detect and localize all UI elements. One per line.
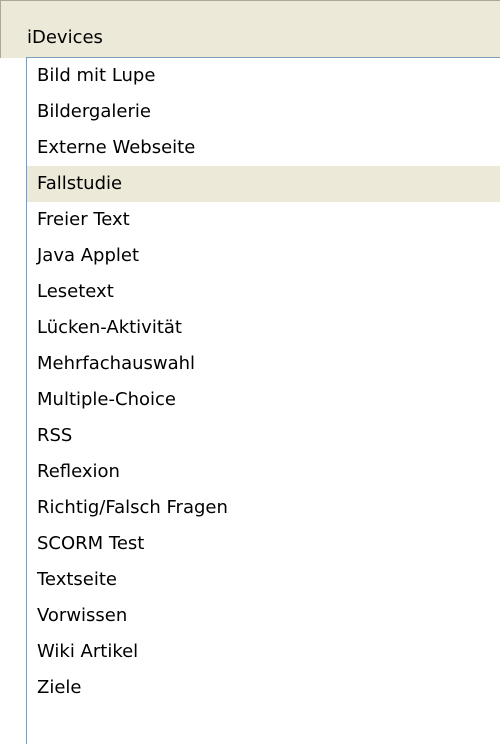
list-item-label: Multiple-Choice — [37, 389, 176, 410]
list-item[interactable]: Vorwissen — [27, 598, 500, 634]
list-item[interactable]: Bild mit Lupe — [27, 58, 500, 94]
list-item[interactable]: Ziele — [27, 670, 500, 706]
list-item[interactable]: Lesetext — [27, 274, 500, 310]
list-item[interactable]: Richtig/Falsch Fragen — [27, 490, 500, 526]
list-item-label: Textseite — [37, 569, 117, 590]
list-item-label: Ziele — [37, 677, 82, 698]
list-item[interactable]: Java Applet — [27, 238, 500, 274]
list-item[interactable]: Reflexion — [27, 454, 500, 490]
list-item[interactable]: Textseite — [27, 562, 500, 598]
list-item-label: Vorwissen — [37, 605, 128, 626]
list-item[interactable]: Freier Text — [27, 202, 500, 238]
list-item-selected[interactable]: Fallstudie — [27, 166, 500, 202]
list-item[interactable]: RSS — [27, 418, 500, 454]
list-item[interactable]: Lücken-Aktivität — [27, 310, 500, 346]
list-item-label: Mehrfachauswahl — [37, 353, 196, 374]
list-item-label: Wiki Artikel — [37, 641, 139, 662]
list-item[interactable]: Externe Webseite — [27, 130, 500, 166]
idevices-list[interactable]: Bild mit Lupe Bildergalerie Externe Webs… — [26, 57, 500, 744]
list-item-label: Reflexion — [37, 461, 120, 482]
list-item[interactable]: Mehrfachauswahl — [27, 346, 500, 382]
list-item[interactable]: Wiki Artikel — [27, 634, 500, 670]
list-item[interactable]: SCORM Test — [27, 526, 500, 562]
list-item[interactable]: Bildergalerie — [27, 94, 500, 130]
panel-header[interactable]: iDevices — [0, 0, 500, 58]
panel-title: iDevices — [27, 27, 103, 48]
list-item-label: SCORM Test — [37, 533, 145, 554]
list-item-label: RSS — [37, 425, 73, 446]
list-item-label: Freier Text — [37, 209, 130, 230]
idevices-panel: iDevices Bild mit Lupe Bildergalerie Ext… — [0, 0, 500, 744]
list-item-label: Lesetext — [37, 281, 114, 302]
list-item-label: Bild mit Lupe — [37, 65, 156, 86]
list-item-label: Bildergalerie — [37, 101, 151, 122]
list-item-label: Lücken-Aktivität — [37, 317, 182, 338]
list-item-label: Richtig/Falsch Fragen — [37, 497, 228, 518]
list-item-label: Java Applet — [37, 245, 140, 266]
list-item[interactable]: Multiple-Choice — [27, 382, 500, 418]
list-item-label: Fallstudie — [37, 173, 123, 194]
list-item-label: Externe Webseite — [37, 137, 196, 158]
